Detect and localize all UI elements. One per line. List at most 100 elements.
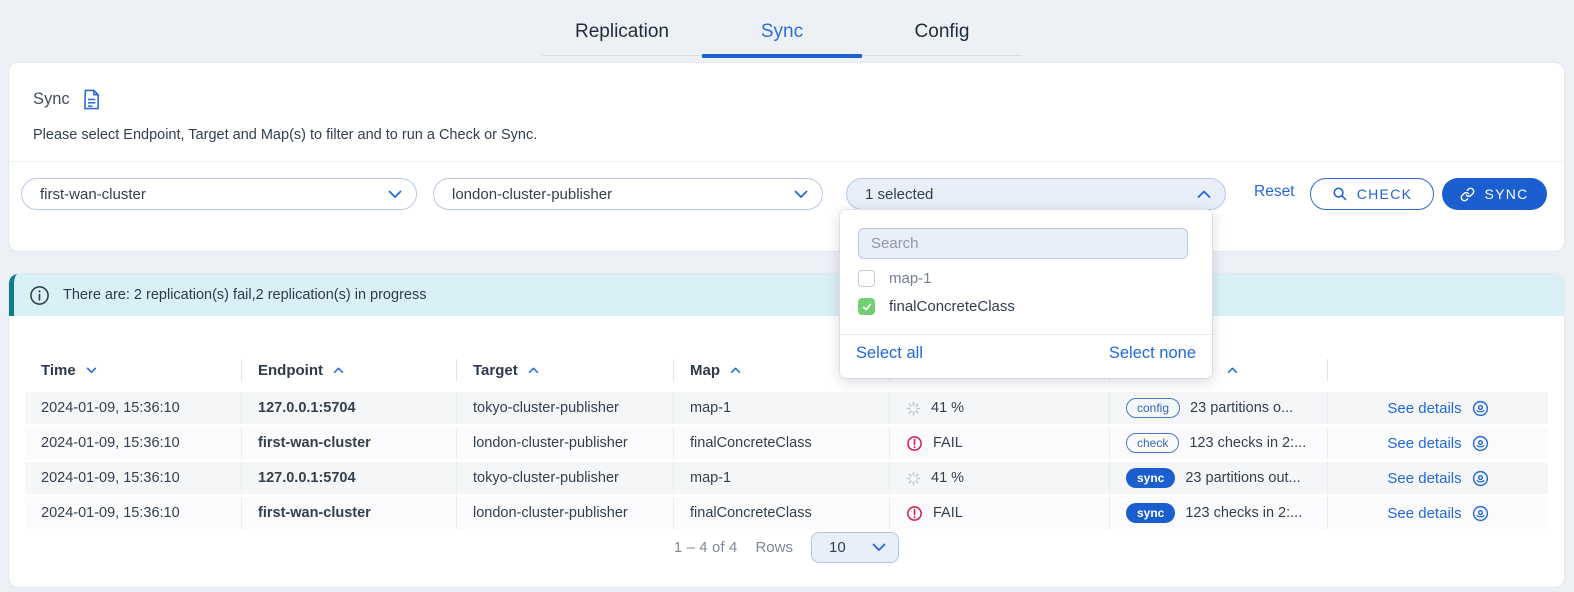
see-details-label: See details — [1387, 470, 1461, 487]
dropdown-footer: Select all Select none — [856, 344, 1196, 363]
select-none-link[interactable]: Select none — [1109, 344, 1196, 363]
target-select[interactable]: london-cluster-publisher — [433, 178, 823, 210]
status-badge: sync — [1126, 468, 1175, 488]
rows-per-page-label: Rows — [755, 539, 793, 556]
map-multiselect[interactable]: 1 selected — [846, 178, 1226, 210]
cell-target: london-cluster-publisher — [456, 427, 673, 459]
cell-status: 41 % — [889, 462, 1109, 494]
cell-time: 2024-01-09, 15:36:10 — [25, 497, 241, 529]
header-map-label: Map — [690, 362, 720, 379]
table-row[interactable]: 2024-01-09, 15:36:10 127.0.0.1:5704 toky… — [25, 392, 1548, 424]
sync-button-label: SYNC — [1484, 186, 1528, 202]
spinner-icon — [906, 401, 921, 416]
cell-target: tokyo-cluster-publisher — [456, 462, 673, 494]
cell-status: FAIL — [889, 427, 1109, 459]
filter-row: first-wan-cluster london-cluster-publish… — [9, 178, 1564, 210]
see-details-link[interactable]: See details — [1327, 497, 1548, 529]
cell-target: tokyo-cluster-publisher — [456, 392, 673, 424]
checkbox-unchecked-icon[interactable] — [858, 270, 875, 287]
spinner-icon — [906, 471, 921, 486]
endpoint-select-value: first-wan-cluster — [40, 186, 388, 203]
table-header: Time Endpoint Target Map — [25, 352, 1548, 388]
map-option[interactable]: finalConcreteClass — [858, 298, 1015, 315]
sort-asc-icon — [1227, 367, 1238, 374]
see-details-link[interactable]: See details — [1327, 427, 1548, 459]
eye-icon — [1472, 400, 1489, 417]
see-details-label: See details — [1387, 400, 1461, 417]
rows-per-page-select[interactable]: 10 — [811, 532, 899, 563]
tab-replication[interactable]: Replication — [542, 12, 702, 55]
eye-icon — [1472, 435, 1489, 452]
cell-endpoint: first-wan-cluster — [241, 427, 456, 459]
cell-status: 41 % — [889, 392, 1109, 424]
status-badge: config — [1126, 398, 1180, 418]
result-message: 123 checks in 2:... — [1189, 435, 1306, 451]
select-all-link[interactable]: Select all — [856, 344, 923, 363]
tab-sync[interactable]: Sync — [702, 12, 862, 55]
sync-results-card: There are: 2 replication(s) fail,2 repli… — [8, 273, 1565, 588]
tab-config[interactable]: Config — [862, 12, 1022, 55]
see-details-link[interactable]: See details — [1327, 462, 1548, 494]
check-button-label: CHECK — [1357, 186, 1413, 202]
map-dropdown-panel: map-1 finalConcreteClass Select all Sele… — [840, 210, 1212, 378]
divider — [840, 334, 1212, 335]
result-message: 123 checks in 2:... — [1185, 505, 1302, 521]
reset-link[interactable]: Reset — [1254, 183, 1295, 201]
status-badge: sync — [1126, 503, 1175, 523]
card-title-row: Sync — [33, 89, 101, 110]
status-text: 41 % — [931, 470, 964, 486]
map-option-label: map-1 — [889, 270, 932, 287]
see-details-link[interactable]: See details — [1327, 392, 1548, 424]
check-button[interactable]: CHECK — [1310, 178, 1434, 210]
info-icon — [29, 285, 50, 306]
endpoint-select[interactable]: first-wan-cluster — [21, 178, 417, 210]
table-row[interactable]: 2024-01-09, 15:36:10 127.0.0.1:5704 toky… — [25, 462, 1548, 494]
header-details — [1327, 359, 1548, 381]
status-text: FAIL — [933, 435, 963, 451]
see-details-label: See details — [1387, 435, 1461, 452]
sync-page: Replication Sync Config Sync Please sele… — [0, 0, 1574, 592]
cell-map: finalConcreteClass — [673, 427, 889, 459]
cell-endpoint: 127.0.0.1:5704 — [241, 392, 456, 424]
header-time[interactable]: Time — [25, 359, 241, 381]
cell-result: sync 123 checks in 2:... — [1109, 497, 1327, 529]
eye-icon — [1472, 470, 1489, 487]
sync-filter-card: Sync Please select Endpoint, Target and … — [8, 62, 1565, 252]
header-target[interactable]: Target — [456, 359, 673, 381]
cell-result: config 23 partitions o... — [1109, 392, 1327, 424]
fail-alert-icon — [906, 505, 923, 522]
cell-map: map-1 — [673, 462, 889, 494]
chevron-up-icon — [1197, 190, 1211, 199]
sort-desc-icon — [86, 367, 97, 374]
table-row[interactable]: 2024-01-09, 15:36:10 first-wan-cluster l… — [25, 427, 1548, 459]
cell-map: finalConcreteClass — [673, 497, 889, 529]
eye-icon — [1472, 505, 1489, 522]
chevron-down-icon — [794, 190, 808, 199]
pagination: 1 – 4 of 4 Rows 10 — [9, 532, 1564, 563]
cell-target: london-cluster-publisher — [456, 497, 673, 529]
table-row[interactable]: 2024-01-09, 15:36:10 first-wan-cluster l… — [25, 497, 1548, 529]
status-badge: check — [1126, 433, 1179, 453]
cell-result: check 123 checks in 2:... — [1109, 427, 1327, 459]
cell-time: 2024-01-09, 15:36:10 — [25, 427, 241, 459]
header-target-label: Target — [473, 362, 518, 379]
info-banner: There are: 2 replication(s) fail,2 repli… — [9, 274, 1564, 316]
filter-description: Please select Endpoint, Target and Map(s… — [33, 127, 537, 143]
map-multiselect-value: 1 selected — [865, 186, 1197, 203]
checkbox-checked-icon[interactable] — [858, 298, 875, 315]
cell-status: FAIL — [889, 497, 1109, 529]
document-icon[interactable] — [82, 89, 101, 110]
status-text: FAIL — [933, 505, 963, 521]
chevron-down-icon — [388, 190, 402, 199]
target-select-value: london-cluster-publisher — [452, 186, 794, 203]
cell-time: 2024-01-09, 15:36:10 — [25, 392, 241, 424]
map-option[interactable]: map-1 — [858, 270, 932, 287]
header-endpoint-label: Endpoint — [258, 362, 323, 379]
info-banner-text: There are: 2 replication(s) fail,2 repli… — [63, 287, 426, 303]
cell-map: map-1 — [673, 392, 889, 424]
header-endpoint[interactable]: Endpoint — [241, 359, 456, 381]
sort-asc-icon — [730, 367, 741, 374]
sync-button[interactable]: SYNC — [1442, 178, 1547, 210]
search-input[interactable] — [858, 228, 1188, 259]
link-icon — [1460, 187, 1475, 202]
